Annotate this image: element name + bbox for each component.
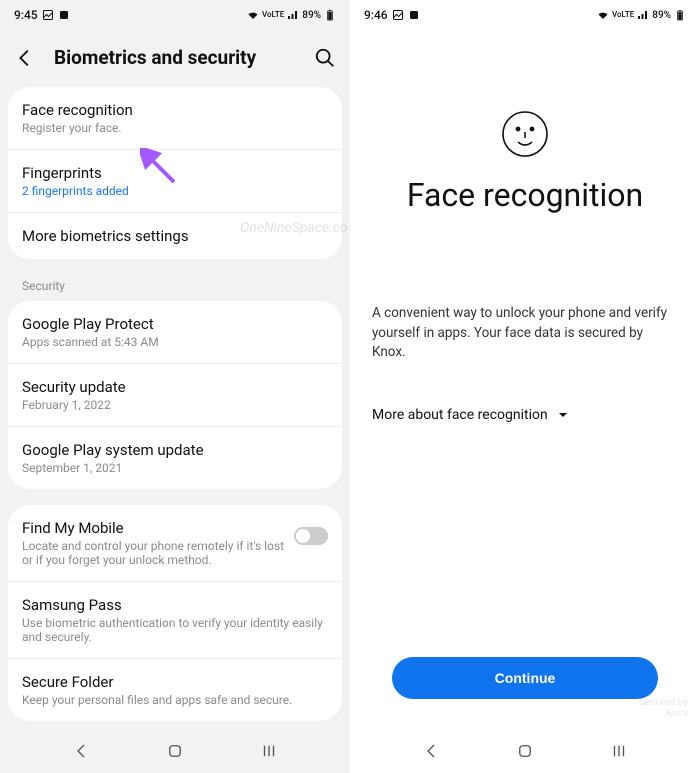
wifi-icon [247,9,259,21]
nav-back-icon[interactable] [72,742,90,760]
item-title: Security update [22,378,328,396]
item-title: Samsung Pass [22,596,328,614]
nav-back-icon[interactable] [422,742,440,760]
nav-home-icon[interactable] [516,742,534,760]
item-title: Fingerprints [22,164,328,182]
more-about-expand[interactable]: More about face recognition [372,407,678,423]
item-title: More biometrics settings [22,227,328,245]
app-icon [408,9,420,21]
nav-recents-icon[interactable] [610,742,628,760]
battery-icon [674,9,686,21]
nav-bar [350,729,700,773]
nav-recents-icon[interactable] [260,742,278,760]
page-title: Biometrics and security [54,46,296,69]
back-icon[interactable] [14,47,36,69]
biometrics-card: Face recognition Register your face. Fin… [8,87,342,259]
find-my-mobile-toggle[interactable] [294,527,328,545]
signal-icon [637,9,649,21]
battery-icon [324,9,336,21]
status-bar: 9:46 VoLTE 89% [350,0,700,30]
item-title: Find My Mobile [22,519,294,537]
face-recognition-screen: 9:46 VoLTE 89% Face recognition A conven… [350,0,700,773]
item-subtitle: February 1, 2022 [22,398,328,412]
security-card: Google Play Protect Apps scanned at 5:43… [8,301,342,489]
item-title: Secure Folder [22,673,328,691]
volte-label: VoLTE [262,11,284,19]
chevron-down-icon [558,410,568,420]
knox-line2: Knox [639,708,688,719]
app-icon [58,9,70,21]
status-bar: 9:45 VoLTE 89% [0,0,350,30]
signal-icon [287,9,299,21]
search-icon[interactable] [314,47,336,69]
item-subtitle: Keep your personal files and apps safe a… [22,693,328,707]
knox-line1: Secured by [639,697,688,708]
more-biometrics-item[interactable]: More biometrics settings [8,213,342,259]
wifi-icon [597,9,609,21]
volte-label: VoLTE [612,11,634,19]
image-icon [42,9,54,21]
find-my-mobile-item[interactable]: Find My Mobile Locate and control your p… [8,505,342,582]
fingerprints-item[interactable]: Fingerprints 2 fingerprints added [8,150,342,213]
header: Biometrics and security [0,30,350,87]
continue-button[interactable]: Continue [392,657,658,699]
status-time: 9:46 [364,8,388,22]
image-icon [392,9,404,21]
knox-badge: Secured by Knox [639,697,688,719]
status-time: 9:45 [14,8,38,22]
expand-label: More about face recognition [372,407,548,423]
item-title: Google Play system update [22,441,328,459]
battery-percent: 89% [652,10,671,21]
item-subtitle: Register your face. [22,121,328,135]
secure-folder-item[interactable]: Secure Folder Keep your personal files a… [8,659,342,721]
item-subtitle: Locate and control your phone remotely i… [22,539,294,567]
item-title: Face recognition [22,101,328,119]
face-icon [501,110,549,158]
item-subtitle: Use biometric authentication to verify y… [22,616,328,644]
item-subtitle: Apps scanned at 5:43 AM [22,335,328,349]
face-title: Face recognition [372,176,678,214]
settings-screen: 9:45 VoLTE 89% Biometrics and security F… [0,0,350,773]
battery-percent: 89% [302,10,321,21]
security-section-label: Security [0,259,350,301]
samsung-pass-item[interactable]: Samsung Pass Use biometric authenticatio… [8,582,342,659]
nav-home-icon[interactable] [166,742,184,760]
nav-bar [0,729,350,773]
security-update-item[interactable]: Security update February 1, 2022 [8,364,342,427]
other-card: Find My Mobile Locate and control your p… [8,505,342,721]
item-title: Google Play Protect [22,315,328,333]
item-subtitle: September 1, 2021 [22,461,328,475]
face-description: A convenient way to unlock your phone an… [372,304,678,363]
face-recognition-item[interactable]: Face recognition Register your face. [8,87,342,150]
play-system-update-item[interactable]: Google Play system update September 1, 2… [8,427,342,489]
item-subtitle: 2 fingerprints added [22,184,328,198]
play-protect-item[interactable]: Google Play Protect Apps scanned at 5:43… [8,301,342,364]
